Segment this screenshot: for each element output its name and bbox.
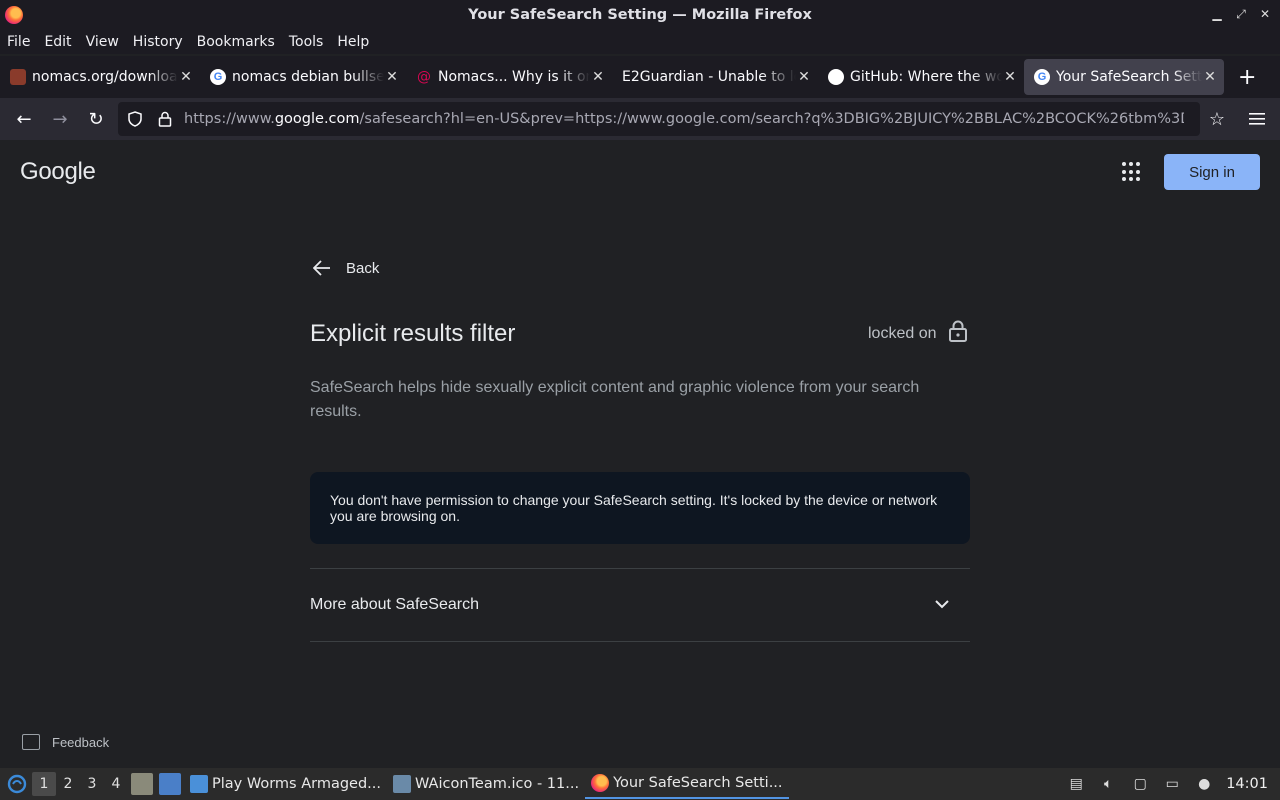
menu-view[interactable]: View [86,34,119,50]
close-tab-icon[interactable]: ✕ [590,69,606,85]
close-tab-icon[interactable]: ✕ [384,69,400,85]
tab-safesearch[interactable]: G Your SafeSearch Setting ✕ [1024,59,1224,95]
image-viewer-icon [393,775,411,793]
back-label: Back [346,259,380,277]
menu-bookmarks[interactable]: Bookmarks [197,34,275,50]
close-tab-icon[interactable]: ✕ [1202,69,1218,85]
back-link[interactable]: Back [310,256,379,280]
workspace-2[interactable]: 2 [56,772,80,796]
close-tab-icon[interactable]: ✕ [796,69,812,85]
network-icon[interactable]: ▭ [1162,774,1182,794]
forward-arrow-icon[interactable]: → [42,103,78,135]
bookmark-star-icon[interactable]: ☆ [1204,103,1230,135]
tab-label: Nomacs... Why is it only [438,69,590,85]
url-bar[interactable]: https://www.google.com/safesearch?hl=en-… [118,102,1200,136]
github-icon [828,69,844,85]
task-firefox[interactable]: Your SafeSearch Setti... [585,769,789,799]
firefox-logo-icon [5,6,23,24]
permission-notice: You don't have permission to change your… [310,472,970,544]
back-arrow-icon[interactable]: ← [6,103,42,135]
minimize-icon[interactable]: ▁ [1210,7,1224,21]
file-manager-icon[interactable] [131,773,153,795]
divider [310,641,970,642]
workspace-3[interactable]: 3 [80,772,104,796]
taskbar: 1 2 3 4 Play Worms Armaged... WAiconTeam… [0,768,1280,800]
volume-icon[interactable]: 🔈︎ [1098,774,1118,794]
task-image-viewer[interactable]: WAiconTeam.ico - 11... [387,769,585,799]
google-icon: G [1034,69,1050,85]
page-content: Google Sign in Back Explicit results fil… [0,140,1280,768]
debian-icon: @ [417,69,431,85]
menu-history[interactable]: History [133,34,183,50]
close-tab-icon[interactable]: ✕ [1002,69,1018,85]
window-titlebar: Your SafeSearch Setting — Mozilla Firefo… [0,0,1280,30]
url-host: google.com [274,111,360,127]
nomacs-icon [10,69,26,85]
divider [310,568,970,569]
url-rest: /safesearch?hl=en-US&prev=https://www.go… [359,111,1184,127]
menu-bar: File Edit View History Bookmarks Tools H… [0,30,1280,54]
workspace-1[interactable]: 1 [32,772,56,796]
start-menu-icon[interactable] [2,769,32,799]
tray-window-icon[interactable]: ▤ [1066,774,1086,794]
tab-e2guardian[interactable]: E2Guardian - Unable to load ✕ [612,59,818,95]
menu-tools[interactable]: Tools [289,34,324,50]
tab-nomacs-why[interactable]: @ Nomacs... Why is it only ✕ [406,59,612,95]
task-label: Play Worms Armaged... [212,776,381,792]
updates-icon[interactable]: ● [1194,774,1214,794]
feedback-icon [22,734,40,750]
feedback-label: Feedback [52,734,110,750]
url-prefix: https://www. [184,111,275,127]
window-controls: ▁ ⤢ ✕ [1210,7,1272,21]
folder-icon [190,775,208,793]
tab-github[interactable]: GitHub: Where the world ✕ [818,59,1024,95]
app-menu-icon[interactable] [1244,103,1270,135]
task-label: WAiconTeam.ico - 11... [415,776,580,792]
lock-icon [948,320,968,342]
menu-edit[interactable]: Edit [44,34,71,50]
task-label: Your SafeSearch Setti... [613,775,783,791]
firefox-icon [591,774,610,792]
sign-in-button[interactable]: Sign in [1164,154,1260,190]
clock: 14:01 [1226,776,1268,792]
window-title: Your SafeSearch Setting — Mozilla Firefo… [468,7,812,23]
google-icon: G [210,69,226,85]
tab-nomacs-download[interactable]: nomacs.org/download/ ✕ [0,59,200,95]
tab-nomacs-debian[interactable]: G nomacs debian bullseye ✕ [200,59,406,95]
tab-label: GitHub: Where the world [850,69,1002,85]
workspace-4[interactable]: 4 [104,772,128,796]
reload-icon[interactable]: ↻ [78,103,114,135]
menu-help[interactable]: Help [337,34,369,50]
close-tab-icon[interactable]: ✕ [178,69,194,85]
system-tray: ▤ 🔈︎ ▢ ▭ ● 14:01 [1060,768,1280,800]
status-label: locked on [868,325,937,342]
back-arrow-icon [310,256,334,280]
maximize-icon[interactable]: ⤢ [1234,7,1248,21]
task-worms-folder[interactable]: Play Worms Armaged... [184,769,387,799]
chevron-down-icon[interactable] [932,592,952,616]
navigation-bar: ← → ↻ https://www.google.com/safesearch?… [0,98,1280,140]
show-desktop-icon[interactable] [159,773,181,795]
description-text: SafeSearch helps hide sexually explicit … [310,379,920,420]
new-tab-icon[interactable]: + [1238,65,1256,90]
more-about-safesearch[interactable]: More about SafeSearch [310,596,479,614]
tab-label: Your SafeSearch Setting [1056,69,1202,85]
page-title: Explicit results filter [310,320,516,347]
tab-label: nomacs debian bullseye [232,69,384,85]
padlock-icon[interactable] [152,106,178,132]
close-window-icon[interactable]: ✕ [1258,7,1272,21]
google-logo[interactable]: Google [20,158,96,186]
google-apps-icon[interactable] [1122,162,1142,182]
tracking-shield-icon[interactable] [122,106,148,132]
feedback-link[interactable]: Feedback [22,734,109,750]
url-text[interactable]: https://www.google.com/safesearch?hl=en-… [184,111,1184,127]
menu-file[interactable]: File [7,34,30,50]
tab-strip: nomacs.org/download/ ✕ G nomacs debian b… [0,56,1280,98]
tab-label: E2Guardian - Unable to load [622,69,796,85]
clipboard-icon[interactable]: ▢ [1130,774,1150,794]
tab-label: nomacs.org/download/ [32,69,178,85]
